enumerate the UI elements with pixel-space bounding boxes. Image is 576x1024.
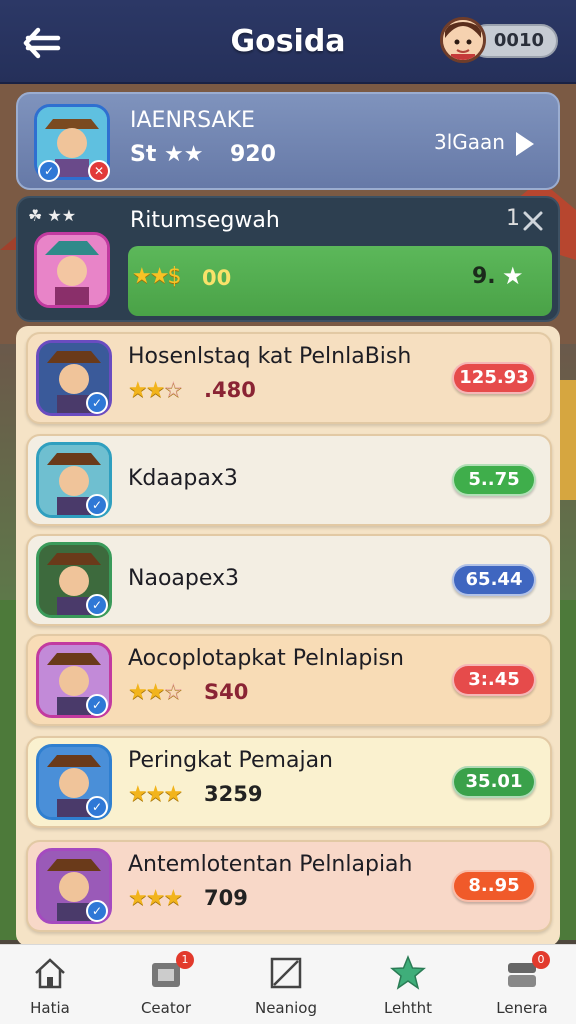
verified-icon: ✓ [86,796,108,818]
rating-stars: ★★☆ [128,378,183,403]
selected-rating: 9. [472,264,496,289]
nav-leaderboard[interactable]: Lehtht [358,945,458,1024]
player-name: Naoapex3 [128,566,240,591]
nav-home[interactable]: Hatia [0,945,100,1024]
nav-shop-badge: 1 [176,951,194,969]
nav-home-label: Hatia [30,999,70,1017]
nav-leaderboard-label: Lehtht [383,999,433,1017]
player-name: Kdaapax3 [128,466,238,491]
selected-player-avatar [34,232,110,308]
top-bar: Gosida 0010 [0,0,576,84]
home-icon [35,958,65,989]
nav-shop-label: Ceator [140,999,192,1017]
score-pill[interactable]: 125.93 [452,362,536,394]
nav-profile[interactable]: 0 Lenera [472,945,572,1024]
player-name: IAENRSAKE [130,108,255,133]
verified-icon: ✓ [38,160,60,182]
score-pill[interactable]: 65.44 [452,564,536,596]
player-name: Hosenlstaq kat PelnlaBish [128,344,412,369]
leaderboard-row[interactable]: ✓ Aocoplotapkat Pelnlapisn ★★☆ S40 3:.45 [26,634,552,726]
player-score: S40 [204,680,249,704]
user-avatar[interactable] [440,17,486,63]
score-pill[interactable]: 5..75 [452,464,536,496]
nav-shop[interactable]: 1 Ceator [116,945,216,1024]
verified-icon: ✓ [86,594,108,616]
leaderboard-row[interactable]: ✓ Hosenlstaq kat PelnlaBish ★★☆ .480 125.93 [26,332,552,424]
selected-stars: ★★$ [132,264,181,289]
remove-icon[interactable]: ✕ [88,160,110,182]
rating-star-icon: ★ [502,262,524,290]
avatar-face-icon [443,20,483,60]
selected-score: 00 [202,266,232,290]
play-arrow-icon[interactable] [514,130,536,158]
bottom-navigation: Hatia 1 Ceator Neaniog Lehtht 0 Lenera [0,944,576,1024]
player-name: Antemlotentan Pelnlapiah [128,852,413,877]
leaderboard-row[interactable]: ✓ Peringkat Pemajan ★★★ 3259 35.01 [26,736,552,828]
close-count: 1 [506,206,520,231]
leaderboard-row[interactable]: ✓ Kdaapax3 5..75 [26,434,552,526]
player-score: 920 [230,142,276,167]
nav-profile-label: Lenera [496,999,548,1017]
star-icon [390,955,426,990]
player-score: 3259 [204,782,263,806]
score-pill[interactable]: 3:.45 [452,664,536,696]
score-pill[interactable]: 8..95 [452,870,536,902]
edit-icon [270,957,302,989]
clover-stars-icon: ☘ ★★ [28,206,77,225]
player-score: 709 [204,886,248,910]
score-pill[interactable]: 35.01 [452,766,536,798]
featured-player-card[interactable]: ✓ ✕ IAENRSAKE St ★★ 920 3lGaan [16,92,560,190]
selected-score-bar: ★★$ 00 9. ★ [128,246,552,316]
rating-stars: ★★☆ [128,680,183,705]
nav-edit-label: Neaniog [254,999,317,1017]
rating-stars: ★★★ [128,782,183,807]
verified-icon: ✓ [86,900,108,922]
rating-stars: ★★★ [128,886,183,911]
verified-icon: ✓ [86,694,108,716]
view-link[interactable]: 3lGaan [434,130,505,154]
player-name: Aocoplotapkat Pelnlapisn [128,646,404,671]
verified-icon: ✓ [86,392,108,414]
nav-profile-badge: 0 [532,951,550,969]
nav-edit[interactable]: Neaniog [236,945,336,1024]
player-score: .480 [204,378,256,402]
leaderboard-row[interactable]: ✓ Antemlotentan Pelnlapiah ★★★ 709 8..95 [26,840,552,932]
leaderboard-row[interactable]: ✓ Naoapex3 65.44 [26,534,552,626]
selected-player-name: Ritumsegwah [130,208,280,233]
close-icon[interactable] [522,210,544,232]
wizard-portrait-icon [37,235,107,305]
player-stars: St ★★ [130,142,204,167]
selected-player-card[interactable]: ☘ ★★ Ritumsegwah 1 ★★$ 00 9. ★ [16,196,560,322]
player-name: Peringkat Pemajan [128,748,334,773]
verified-icon: ✓ [86,494,108,516]
